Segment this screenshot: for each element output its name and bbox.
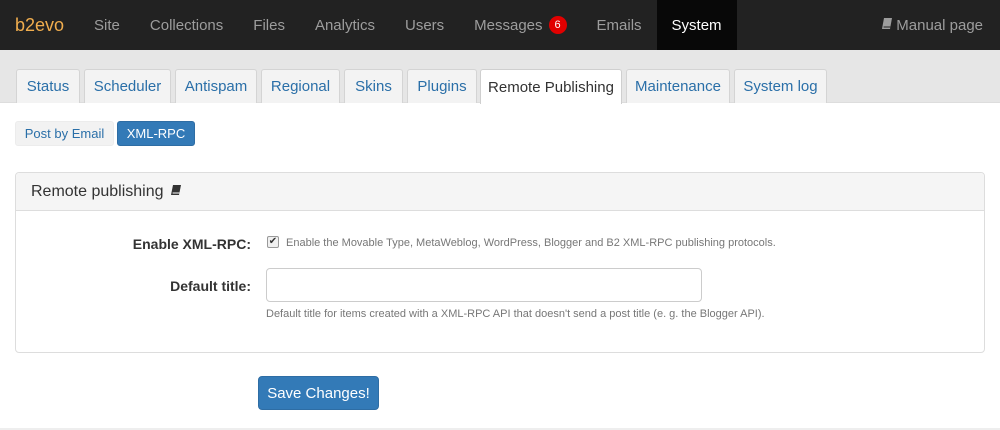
- nav-files[interactable]: Files: [238, 0, 300, 50]
- nav-analytics[interactable]: Analytics: [300, 0, 390, 50]
- tab-regional[interactable]: Regional: [261, 69, 340, 103]
- top-navbar: b2evo Site Collections Files Analytics U…: [0, 0, 1000, 50]
- tab-maintenance[interactable]: Maintenance: [626, 69, 730, 103]
- brand-logo[interactable]: b2evo: [0, 0, 79, 50]
- default-title-help: Default title for items created with a X…: [266, 308, 765, 320]
- manual-page-link[interactable]: Manual page: [881, 0, 1000, 50]
- tab-remote-publishing[interactable]: Remote Publishing: [480, 69, 622, 104]
- tab-skins[interactable]: Skins: [344, 69, 403, 103]
- subtab-xml-rpc[interactable]: XML-RPC: [117, 121, 195, 146]
- nav-collections[interactable]: Collections: [135, 0, 238, 50]
- checkmark-icon: ✔: [268, 236, 278, 247]
- subtab-post-by-email[interactable]: Post by Email: [15, 121, 114, 146]
- nav-system[interactable]: System: [656, 0, 737, 50]
- enable-xmlrpc-note: Enable the Movable Type, MetaWeblog, Wor…: [286, 237, 776, 249]
- manual-page-label: Manual page: [896, 16, 983, 34]
- nav-emails[interactable]: Emails: [582, 0, 657, 50]
- default-title-label: Default title:: [170, 278, 251, 294]
- nav-site[interactable]: Site: [79, 0, 135, 50]
- enable-xmlrpc-label: Enable XML-RPC:: [132, 236, 251, 252]
- nav-messages[interactable]: Messages 6: [459, 0, 581, 50]
- tab-strip: Status Scheduler Antispam Regional Skins…: [0, 50, 1000, 104]
- enable-xmlrpc-checkbox[interactable]: ✔: [267, 236, 279, 248]
- tab-plugins[interactable]: Plugins: [407, 69, 477, 103]
- tab-system-log[interactable]: System log: [734, 69, 827, 103]
- messages-count-badge: 6: [548, 16, 567, 34]
- nav-users[interactable]: Users: [390, 0, 459, 50]
- tab-antispam[interactable]: Antispam: [175, 69, 257, 103]
- tab-scheduler[interactable]: Scheduler: [84, 69, 171, 103]
- tab-status[interactable]: Status: [16, 69, 80, 103]
- nav-messages-label: Messages: [474, 16, 543, 34]
- book-icon: [881, 17, 893, 34]
- default-title-input[interactable]: [266, 268, 702, 302]
- remote-publishing-panel: Remote publishing Enable XML-RPC: ✔ Enab…: [15, 172, 985, 353]
- panel-header: Remote publishing: [16, 173, 984, 211]
- save-changes-button[interactable]: Save Changes!: [258, 376, 379, 410]
- book-icon[interactable]: [170, 184, 182, 199]
- panel-title: Remote publishing: [31, 182, 164, 200]
